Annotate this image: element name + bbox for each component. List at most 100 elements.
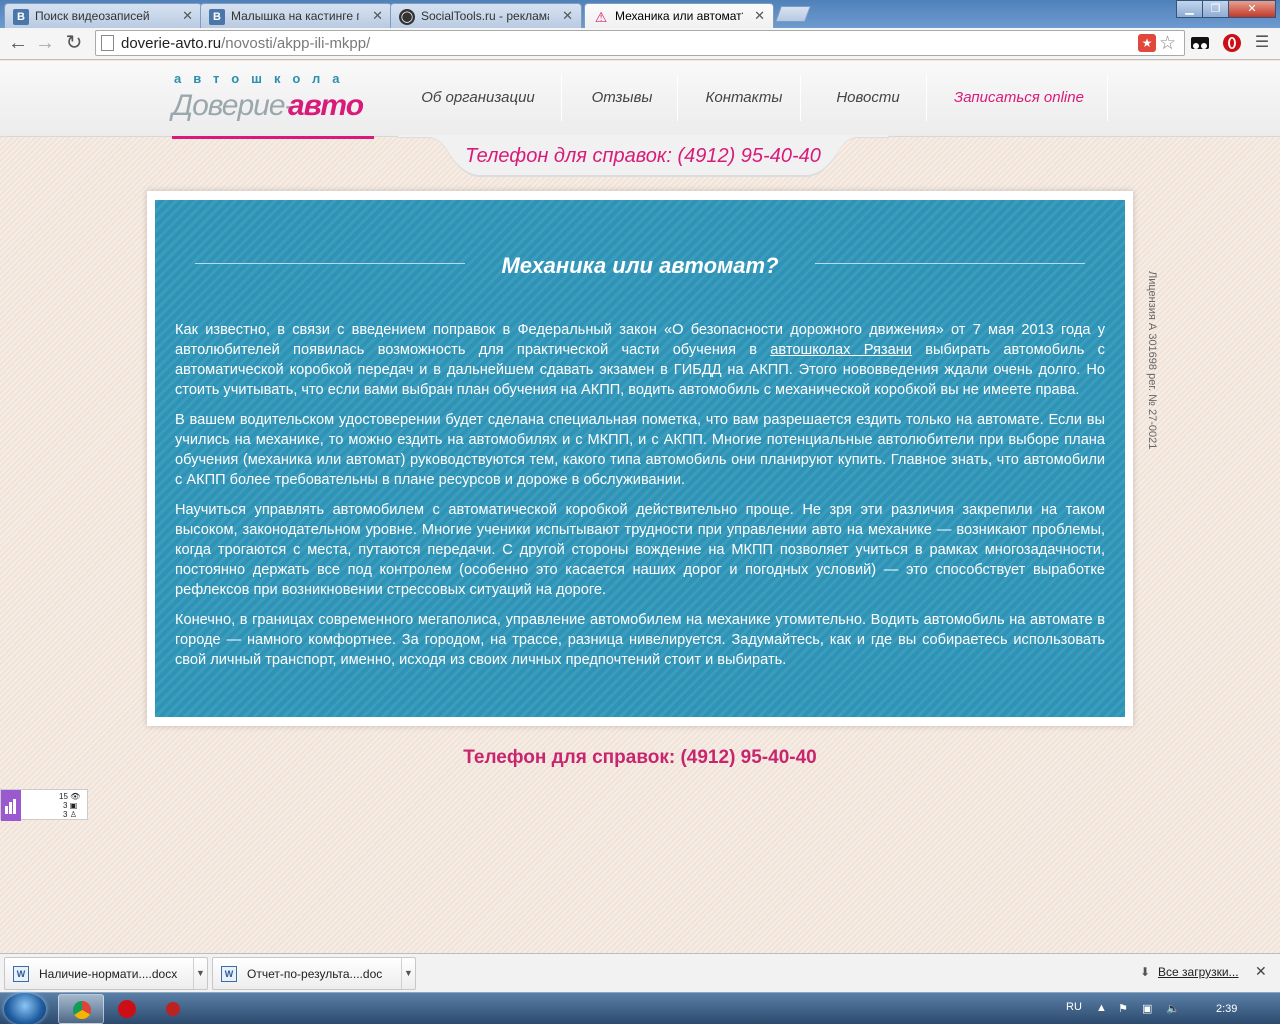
nav-contacts[interactable]: Контакты — [700, 75, 788, 121]
action-center-flag-icon[interactable]: ⚑ — [1118, 1002, 1128, 1015]
tab-socialtools[interactable]: ◯ SocialTools.ru - реклама ✕ — [390, 3, 582, 28]
opera-icon — [118, 1000, 136, 1018]
counter-visits: 3 ▣ — [63, 801, 77, 810]
browser-toolbar: ← → ↻ doverie-avto.ru/novosti/akpp-ili-m… — [0, 28, 1280, 60]
adblock-star-icon[interactable]: ★ — [1138, 34, 1156, 52]
logo-name-part1: Доверие- — [172, 89, 295, 122]
volume-icon[interactable]: 🔈 — [1166, 1002, 1180, 1015]
network-icon[interactable]: ▣ — [1142, 1002, 1152, 1015]
url-text[interactable]: doverie-avto.ru/novosti/akpp-ili-mkpp/ — [121, 35, 370, 52]
counter-views: 15 👁 — [59, 792, 80, 801]
windows-taskbar: RU ▲ ⚑ ▣ 🔈 2:39 — [0, 992, 1280, 1024]
warning-icon: ⚠ — [594, 9, 608, 25]
language-indicator[interactable]: RU — [1066, 1001, 1082, 1013]
nav-signup-online[interactable]: Записаться online — [948, 75, 1090, 121]
download-item[interactable]: W Наличие-нормати....docx ▼ — [4, 957, 208, 990]
counter-visitors: 3 ♙ — [63, 810, 77, 819]
driving-schools-ryazan-link[interactable]: автошколах Рязани — [770, 342, 912, 358]
web-page: автошкола Доверие- авто Об организации О… — [0, 61, 1280, 957]
download-menu-arrow-icon[interactable]: ▼ — [193, 958, 207, 989]
nav-divider — [1107, 75, 1108, 121]
article-paragraph: В вашем водительском удостоверении будет… — [175, 412, 1105, 488]
start-button-icon[interactable] — [4, 993, 46, 1024]
nav-news[interactable]: Новости — [826, 75, 910, 121]
article-title: Механика или автомат? — [501, 253, 779, 278]
close-tab-icon[interactable]: ✕ — [372, 8, 383, 24]
license-note: Лицензия А 301698 рег. № 27-0021 — [1146, 271, 1164, 471]
site-header: автошкола Доверие- авто Об организации О… — [0, 61, 1280, 139]
nav-divider — [677, 75, 678, 121]
maximize-window-button[interactable]: ❐ — [1202, 0, 1229, 18]
extension-icon[interactable] — [1190, 33, 1210, 53]
counter-visits-value: 3 — [63, 801, 68, 810]
download-item[interactable]: W Отчет-по-результа....doc ▼ — [212, 957, 416, 990]
app-icon — [166, 1002, 180, 1016]
header-phone-text: Телефон для справок: (4912) 95-40-40 — [465, 145, 821, 167]
taskbar-opera[interactable] — [104, 994, 150, 1024]
downloads-shelf: W Наличие-нормати....docx ▼ W Отчет-по-р… — [0, 953, 1280, 992]
download-arrow-icon: ⬇ — [1140, 965, 1151, 979]
article-panel: Механика или автомат? Как известно, в св… — [155, 200, 1125, 717]
menu-icon[interactable]: ☰ — [1250, 32, 1274, 56]
close-tab-icon[interactable]: ✕ — [562, 8, 573, 24]
license-text: Лицензия А 301698 рег. № 27-0021 — [1146, 271, 1158, 450]
download-file-name: Отчет-по-результа....doc — [247, 967, 383, 981]
tab-active-article[interactable]: ⚠ Механика или автомат? ✕ — [584, 3, 774, 29]
tab-strip: В Поиск видеозаписей ✕ В Малышка на каст… — [0, 0, 1280, 29]
close-tab-icon[interactable]: ✕ — [754, 8, 765, 24]
footer-phone-text: Телефон для справок: (4912) 95-40-40 — [463, 747, 817, 768]
new-tab-button[interactable] — [775, 6, 811, 22]
tab-label: Поиск видеозаписей — [35, 9, 150, 23]
close-shelf-icon[interactable]: ✕ — [1255, 963, 1267, 980]
article-paragraph: Конечно, в границах современного мегапол… — [175, 612, 1105, 668]
close-window-button[interactable]: ✕ — [1228, 0, 1276, 18]
url-host: doverie-avto.ru — [121, 35, 222, 52]
nav-divider — [800, 75, 801, 121]
tab-label: Механика или автомат? — [615, 9, 743, 23]
tab-vk-casting[interactable]: В Малышка на кастинге пр ✕ — [200, 3, 392, 28]
eye-icon: 👁 — [70, 792, 81, 801]
opera-extension-icon[interactable] — [1222, 33, 1242, 53]
nav-about[interactable]: Об организации — [414, 75, 542, 121]
nav-divider — [561, 75, 562, 121]
counter-chart-icon — [1, 790, 21, 821]
address-bar[interactable]: doverie-avto.ru/novosti/akpp-ili-mkpp/ ★… — [95, 30, 1185, 56]
word-document-icon: W — [221, 966, 237, 982]
close-tab-icon[interactable]: ✕ — [182, 8, 193, 24]
word-document-icon: W — [13, 966, 29, 982]
counter-visitors-value: 3 — [63, 810, 68, 819]
socialtools-icon: ◯ — [399, 9, 415, 25]
article-paragraph: Научиться управлять автомобилем с автома… — [175, 502, 1105, 598]
article-paragraph: Как известно, в связи с введением поправ… — [175, 320, 1105, 400]
nav-divider — [926, 75, 927, 121]
nav-reviews[interactable]: Отзывы — [582, 75, 662, 121]
article-body: Как известно, в связи с введением поправ… — [175, 320, 1105, 680]
person-icon: ♙ — [69, 810, 77, 819]
back-arrow-icon[interactable]: ← — [6, 32, 30, 56]
header-phone-tab: Телефон для справок: (4912) 95-40-40 — [398, 135, 888, 179]
counter-views-value: 15 — [59, 792, 68, 801]
visit-counter-widget[interactable]: 15 👁 3 ▣ 3 ♙ — [0, 789, 88, 821]
download-file-name: Наличие-нормати....docx — [39, 967, 178, 981]
all-downloads-link[interactable]: Все загрузки... — [1158, 965, 1239, 979]
logo-name-part2: авто — [288, 89, 364, 122]
tab-label: SocialTools.ru - реклама — [421, 9, 549, 23]
minimize-window-button[interactable]: ▁ — [1176, 0, 1203, 18]
logo-tagline: автошкола — [174, 71, 352, 86]
url-path: /novosti/akpp-ili-mkpp/ — [221, 35, 371, 52]
reload-icon[interactable]: ↻ — [62, 32, 86, 56]
article-card: Механика или автомат? Как известно, в св… — [147, 191, 1133, 726]
taskbar-app[interactable] — [150, 994, 196, 1024]
taskbar-chrome[interactable] — [58, 994, 104, 1024]
forward-arrow-icon[interactable]: → — [33, 32, 57, 56]
show-hidden-icons-icon[interactable]: ▲ — [1096, 1002, 1107, 1014]
download-menu-arrow-icon[interactable]: ▼ — [401, 958, 415, 989]
site-logo[interactable]: автошкола Доверие- авто — [172, 71, 374, 139]
page-icon — [101, 35, 114, 51]
clock[interactable]: 2:39 — [1216, 1003, 1237, 1015]
chrome-icon — [73, 1001, 91, 1019]
tab-label: Малышка на кастинге пр — [231, 9, 359, 23]
bookmark-star-icon[interactable]: ☆ — [1159, 32, 1176, 55]
vk-icon: В — [209, 9, 225, 25]
tab-vk-video-search[interactable]: В Поиск видеозаписей ✕ — [4, 3, 202, 28]
